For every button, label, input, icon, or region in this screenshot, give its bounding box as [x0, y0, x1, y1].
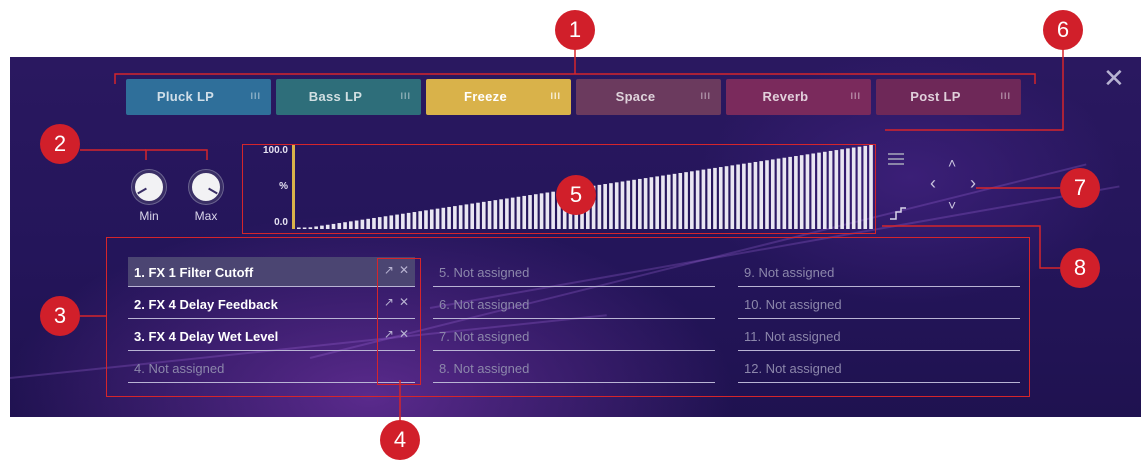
controls-callout-box [377, 258, 421, 385]
callout-badge-4: 4 [380, 420, 420, 460]
callout-badge-1: 1 [555, 10, 595, 50]
callout-badge-6: 6 [1043, 10, 1083, 50]
callout-badge-3: 3 [40, 296, 80, 336]
callout-badge-2: 2 [40, 124, 80, 164]
callout-badge-7: 7 [1060, 168, 1100, 208]
callout-badge-8: 8 [1060, 248, 1100, 288]
list-callout-box [106, 237, 1030, 397]
callout-badge-5: 5 [556, 175, 596, 215]
